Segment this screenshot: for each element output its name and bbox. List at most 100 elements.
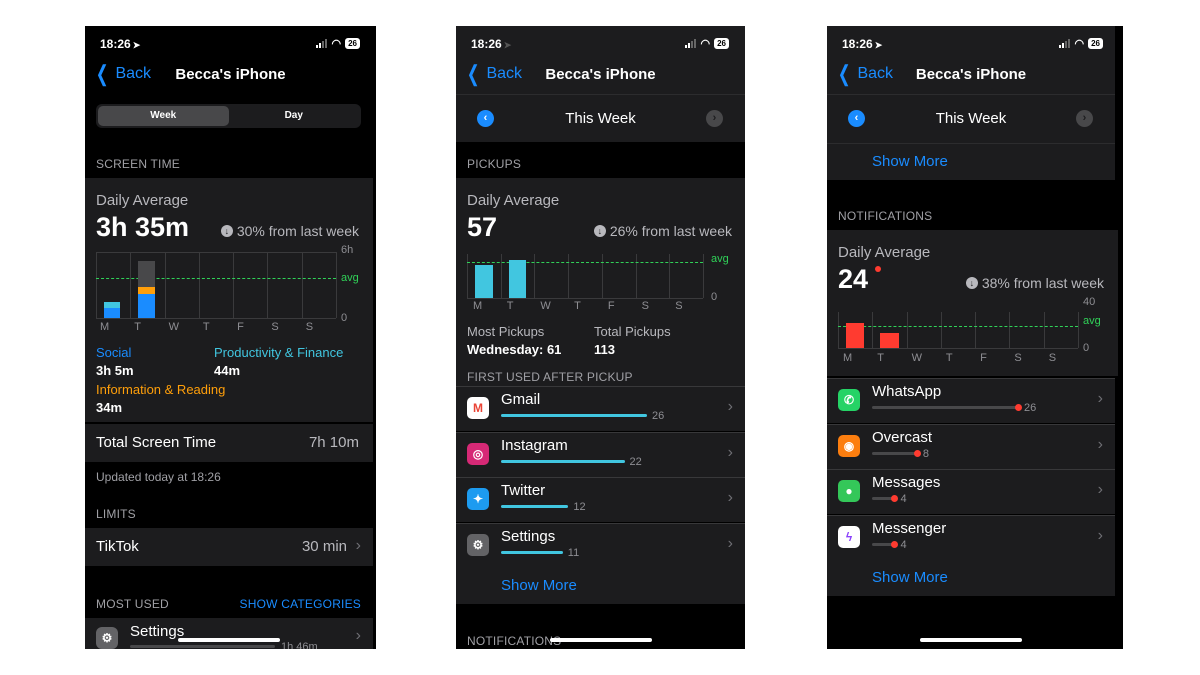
usage-bar [501,550,563,554]
notification-app-row[interactable]: ● Messages 4 › [827,469,1115,514]
row-separator [827,423,1115,425]
grid-line [838,348,1078,349]
row-separator [456,386,745,387]
total-screen-time-label: Total Screen Time [96,434,217,451]
avg-label: avg [341,272,359,284]
grid-line [941,312,942,348]
chevron-right-icon: › [355,537,361,554]
grid-line [872,312,873,348]
show-more-row[interactable]: Show More [456,568,745,604]
app-name: Messenger [872,519,947,537]
axis-max-label: 6h [341,244,354,256]
show-more-row[interactable]: Show More [827,143,1115,180]
home-indicator [920,638,1022,642]
location-icon: ➤ [503,40,512,50]
day-label: T [134,321,142,333]
limit-app-name: TikTok [96,538,139,555]
day-label: W [911,352,922,364]
show-categories-button[interactable]: SHOW CATEGORIES [240,597,361,611]
cellular-icon [1059,39,1071,48]
whatsapp-icon: ✆ [838,389,860,411]
notification-dot [913,449,921,457]
status-bar: 18:26 ➤ ◠ 26 [827,36,1123,52]
screen-time-week-screen: 18:26 ➤ ◠ 26 ❮ Back Becca's iPhone Week Da… [85,26,376,649]
section-header-first-used: FIRST USED AFTER PICKUP [467,370,633,384]
grid-line [96,318,336,319]
avg-line [467,262,703,264]
next-week-button[interactable]: › [1076,110,1093,127]
chevron-right-icon: › [727,443,733,461]
notification-dot [875,266,881,272]
chart-bar [138,293,155,318]
category-productivity-value: 44m [214,363,241,378]
app-name: Twitter [501,482,546,499]
arrow-down-icon: ↓ [593,225,606,237]
app-count: 4 [900,538,907,551]
most-used-row-settings[interactable]: ⚙ Settings 1h 46m › [85,618,373,649]
day-label: T [945,352,953,364]
weekly-change: ↓ 30% from last week [220,223,359,239]
page-title: Becca's iPhone [915,66,1027,83]
segment-week[interactable]: Week [98,106,229,126]
avg-line [838,326,1078,328]
grid-line [907,312,908,348]
notification-app-row[interactable]: ϟ Messenger 4 › [827,514,1115,560]
chart-bar [880,332,899,348]
messenger-icon: ϟ [838,525,860,548]
first-used-app-row[interactable]: ⚙ Settings 11 › [456,522,745,568]
row-separator [827,378,1115,379]
axis-min-label: 0 [341,312,348,324]
pickups-card[interactable]: Daily Average 57 ↓ 26% from last week avg… [456,178,745,386]
app-name: WhatsApp [872,383,942,400]
axis-max-label: 40 [1083,296,1096,308]
category-productivity: Productivity & Finance [214,345,344,360]
pickups-chart [467,254,704,299]
chevron-right-icon: › [1097,526,1103,544]
chevron-right-icon: › [727,398,733,415]
show-more-row-bottom[interactable]: Show More [827,559,1115,596]
avg-label: avg [1083,315,1101,327]
day-label: T [877,352,885,364]
first-used-app-row[interactable]: ✦ Twitter 12 › [456,477,745,522]
arrow-down-icon: ↓ [965,277,978,289]
grid-line [1078,312,1079,348]
total-screen-time-row[interactable]: Total Screen Time 7h 10m [85,424,373,462]
notifications-card[interactable]: Daily Average 24 ↓ 38% from last week 40 … [827,230,1118,376]
app-count: 26 [1024,402,1037,414]
app-count: 22 [629,455,642,468]
first-used-app-row[interactable]: ◎ Instagram 22 › [456,431,745,477]
limit-row-tiktok[interactable]: TikTok 30 min › [85,528,373,566]
day-label: M [100,321,110,333]
chart-bar [475,265,493,298]
first-used-app-row[interactable]: M Gmail 26 › [456,386,745,431]
day-label: T [506,300,514,312]
battery-icon: 26 [345,38,360,49]
app-count: 26 [652,410,665,422]
app-name: Overcast [872,428,933,446]
section-header-most-used: MOST USED [96,597,169,611]
grid-line [199,252,200,318]
next-week-button[interactable]: › [706,110,723,127]
section-header-screen-time: SCREEN TIME [96,157,180,171]
notification-app-row[interactable]: ✆ WhatsApp 26 › [827,378,1115,423]
segment-day[interactable]: Day [229,106,360,126]
daily-average-value: 24 [838,264,869,294]
daily-average-value: 3h 35m [96,212,190,242]
notification-app-row[interactable]: ◉ Overcast 8 › [827,423,1115,469]
most-pickups-label: Most Pickups [467,324,545,339]
grid-line [467,298,703,299]
chevron-right-icon: › [355,627,361,644]
notification-dot [1015,404,1022,411]
show-more-button[interactable]: Show More [501,577,577,594]
category-reading-value: 34m [96,400,123,415]
home-indicator [178,638,280,642]
usage-bar [501,459,625,463]
show-more-button[interactable]: Show More [872,153,948,170]
status-time: 18:26 ➤ [100,37,141,51]
grid-line [467,254,468,298]
screen-time-card[interactable]: Daily Average 3h 35m ↓ 30% from last week… [85,178,373,422]
show-more-button[interactable]: Show More [872,569,948,586]
app-name: Instagram [501,436,568,454]
row-separator [827,514,1115,516]
battery-icon: 26 [714,38,729,49]
